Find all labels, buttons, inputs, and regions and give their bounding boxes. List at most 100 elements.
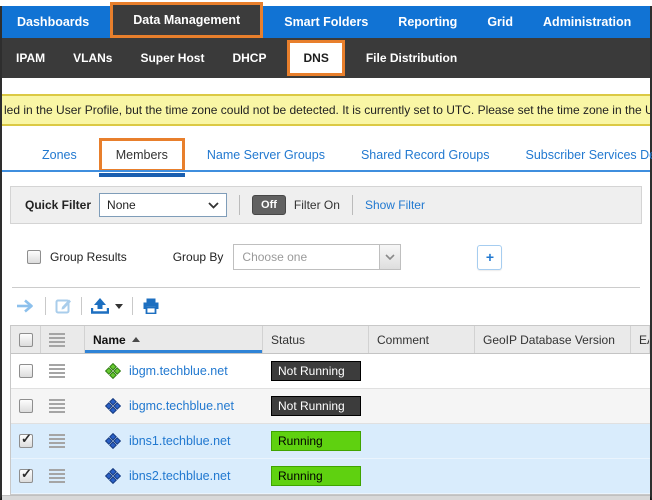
sub-nav-item[interactable]: DNS	[287, 40, 344, 76]
divider	[45, 297, 46, 315]
member-diamond-icon	[105, 363, 121, 379]
print-icon[interactable]	[142, 298, 160, 314]
name-cell: ibns1.techblue.net	[85, 433, 263, 449]
chevron-down-icon	[208, 202, 219, 209]
table-row[interactable]: ✓ ibns2.techblue.net	[11, 459, 650, 494]
column-header-label: Comment	[377, 333, 429, 347]
tab[interactable]: Name Server Groups	[207, 148, 325, 162]
row-checkbox[interactable]: ✓	[19, 469, 33, 483]
row-menu-icon[interactable]	[49, 364, 65, 378]
sub-nav-item-label: Super Host	[140, 51, 204, 65]
tab[interactable]: Shared Record Groups	[361, 148, 490, 162]
member-name-link[interactable]: ibns2.techblue.net	[129, 469, 230, 483]
quick-filter-selected-value: None	[107, 198, 136, 212]
column-header-label: Name	[93, 333, 126, 347]
tab[interactable]: Members	[116, 148, 168, 162]
edit-icon[interactable]	[55, 298, 72, 314]
column-header-label: GeoIP Database Version	[483, 333, 615, 347]
divider	[81, 297, 82, 315]
status-cell: Running	[263, 466, 369, 486]
quick-filter-label: Quick Filter	[25, 198, 91, 212]
top-nav-item[interactable]: Grid	[472, 6, 528, 38]
row-menu-icon[interactable]	[49, 434, 65, 448]
sub-nav-item-label: IPAM	[16, 51, 45, 65]
top-nav-item-label: Administration	[543, 15, 631, 29]
divider	[239, 195, 240, 215]
export-icon[interactable]	[91, 298, 109, 314]
add-group-by-button[interactable]: +	[477, 245, 502, 270]
member-diamond-icon	[105, 433, 121, 449]
top-nav-item-label: Dashboards	[17, 15, 89, 29]
divider	[352, 195, 353, 215]
member-diamond-icon	[105, 468, 121, 484]
quick-filter-select[interactable]: None	[99, 193, 227, 217]
column-header[interactable]: GeoIP Database Version	[475, 326, 631, 353]
sub-nav-item[interactable]: VLANs	[59, 38, 126, 78]
sub-nav-item-label: DNS	[303, 51, 328, 65]
group-results-bar: ✓ Group Results Group By Choose one +	[10, 244, 642, 270]
column-header-label: EA	[639, 333, 650, 347]
sub-navbar: IPAM VLANs Super Host DHCP DNS	[2, 38, 650, 78]
sub-nav-item-label: File Distribution	[366, 51, 457, 65]
tab-wrapper: Name Server Groups	[207, 146, 361, 164]
group-results-checkbox[interactable]: ✓	[27, 250, 41, 264]
header-menu-cell	[41, 326, 85, 353]
quick-filter-bar: Quick Filter None Off Filter On Show Fil…	[10, 186, 642, 224]
row-select-cell: ✓	[11, 364, 41, 378]
tab[interactable]: Subscriber Services Deployment	[526, 148, 652, 162]
group-results-label: Group Results	[50, 250, 127, 264]
member-name-link[interactable]: ibgmc.techblue.net	[129, 399, 234, 413]
divider	[12, 287, 640, 288]
row-checkbox[interactable]: ✓	[19, 364, 33, 378]
timezone-warning-banner: led in the User Profile, but the time zo…	[2, 94, 650, 126]
table-row[interactable]: ✓ ibgm.techblue.net	[11, 354, 650, 389]
filter-toggle-button[interactable]: Off	[252, 195, 286, 215]
status-cell: Running	[263, 431, 369, 451]
member-name-link[interactable]: ibns1.techblue.net	[129, 434, 230, 448]
filter-on-label: Filter On	[294, 198, 340, 212]
column-header[interactable]: EA	[631, 326, 650, 353]
select-all-checkbox[interactable]: ✓	[19, 333, 33, 347]
group-by-label: Group By	[173, 250, 224, 264]
group-by-placeholder: Choose one	[234, 245, 379, 269]
top-nav-item[interactable]: Reporting	[383, 6, 472, 38]
combo-dropdown-button[interactable]	[379, 245, 400, 269]
table-row[interactable]: ✓ ibns1.techblue.net	[11, 424, 650, 459]
top-nav-item[interactable]: Administration	[528, 6, 646, 38]
top-nav-item[interactable]: Data Management	[110, 2, 263, 38]
divider	[132, 297, 133, 315]
table-menu-icon[interactable]	[49, 333, 65, 347]
app-frame: Dashboards Data Management Smart Folders…	[0, 6, 652, 500]
export-caret-icon[interactable]	[115, 304, 123, 309]
banner-text: led in the User Profile, but the time zo…	[2, 103, 650, 117]
tab[interactable]: Zones	[42, 148, 77, 162]
member-name-link[interactable]: ibgm.techblue.net	[129, 364, 228, 378]
screenshot-page: Dashboards Data Management Smart Folders…	[0, 0, 652, 500]
action-toolbar	[16, 293, 650, 319]
row-menu-cell	[41, 434, 85, 448]
status-cell: Not Running	[263, 361, 369, 381]
top-nav-item[interactable]: Smart Folders	[269, 6, 383, 38]
top-nav-item[interactable]: Dashboards	[2, 6, 104, 38]
bottom-scroll-strip[interactable]	[2, 495, 650, 500]
status-badge: Running	[271, 431, 361, 451]
go-arrow-icon[interactable]	[16, 299, 36, 313]
column-header[interactable]: Name	[85, 326, 263, 353]
sub-nav-item[interactable]: DHCP	[218, 38, 280, 78]
row-checkbox[interactable]: ✓	[19, 399, 33, 413]
row-checkbox[interactable]: ✓	[19, 434, 33, 448]
members-table: ✓ Name Status Comm	[10, 325, 650, 495]
sub-nav-item[interactable]: File Distribution	[352, 38, 471, 78]
sub-nav-item[interactable]: IPAM	[2, 38, 59, 78]
sort-asc-icon	[132, 337, 140, 342]
top-nav-item-label: Smart Folders	[284, 15, 368, 29]
row-menu-icon[interactable]	[49, 399, 65, 413]
group-by-combo[interactable]: Choose one	[233, 244, 401, 270]
sub-nav-item[interactable]: Super Host	[126, 38, 218, 78]
show-filter-link[interactable]: Show Filter	[365, 198, 425, 212]
table-row[interactable]: ✓ ibgmc.techblue.net	[11, 389, 650, 424]
column-header[interactable]: Status	[263, 326, 369, 353]
column-header[interactable]: Comment	[369, 326, 475, 353]
row-menu-icon[interactable]	[49, 469, 65, 483]
row-select-cell: ✓	[11, 469, 41, 483]
